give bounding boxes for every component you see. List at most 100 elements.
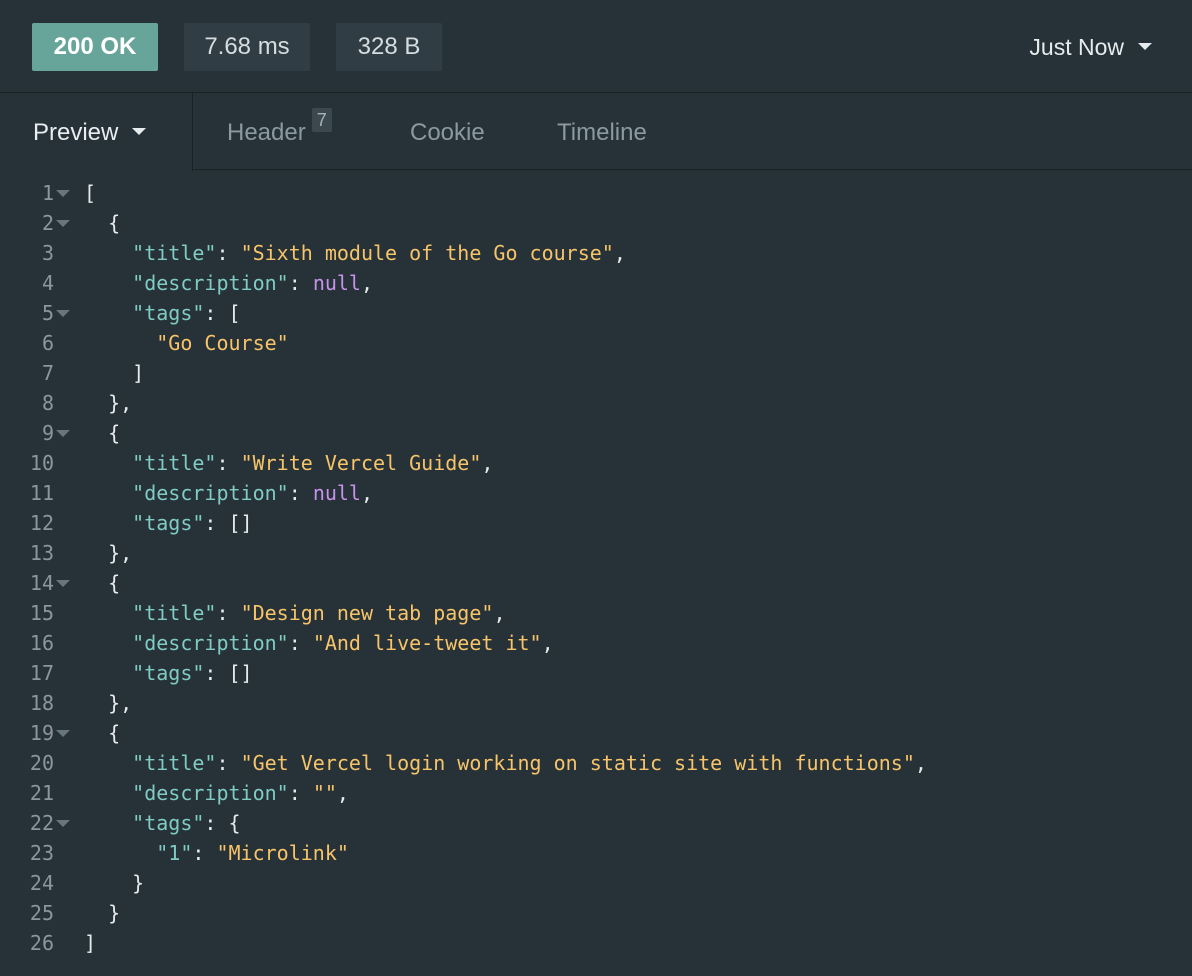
line-number: 8 [41, 391, 54, 415]
code-line: 9 { [0, 418, 1192, 448]
fold-toggle-icon[interactable] [56, 190, 70, 197]
code-text: [ [84, 178, 96, 208]
code-token: : [288, 481, 313, 505]
code-line: 26] [0, 928, 1192, 958]
fold-toggle-icon[interactable] [56, 430, 70, 437]
header-count-badge: 7 [311, 108, 332, 132]
tab-cookie[interactable]: Cookie [410, 93, 485, 171]
history-dropdown[interactable]: Just Now [1029, 23, 1152, 71]
code-text: "tags": { [84, 808, 241, 838]
line-number: 2 [41, 211, 54, 235]
code-token: : [] [204, 661, 253, 685]
code-token: { [84, 421, 121, 445]
code-token: "" [312, 781, 337, 805]
response-tabs: Preview Header 7 Cookie Timeline [0, 93, 1192, 171]
code-line: 4 "description": null, [0, 268, 1192, 298]
line-number: 5 [41, 301, 54, 325]
code-token: , [481, 451, 494, 475]
fold-toggle-icon[interactable] [56, 220, 70, 227]
code-text: { [84, 418, 120, 448]
code-line: 22 "tags": { [0, 808, 1192, 838]
code-line: 18 }, [0, 688, 1192, 718]
code-token: }, [84, 691, 133, 715]
code-line: 24 } [0, 868, 1192, 898]
code-token: "description" [132, 271, 289, 295]
code-token: "description" [132, 481, 289, 505]
fold-toggle-icon[interactable] [56, 820, 70, 827]
code-line: 14 { [0, 568, 1192, 598]
line-number: 23 [29, 841, 54, 865]
fold-toggle-icon[interactable] [56, 580, 70, 587]
code-token: "title" [132, 451, 217, 475]
code-text: "1": "Microlink" [84, 838, 349, 868]
code-line: 20 "title": "Get Vercel login working on… [0, 748, 1192, 778]
line-number: 20 [29, 751, 54, 775]
code-line: 1[ [0, 178, 1192, 208]
code-token: ] [84, 931, 97, 955]
code-token: : [288, 781, 313, 805]
fold-toggle-icon[interactable] [56, 730, 70, 737]
code-text: { [84, 718, 120, 748]
line-number: 6 [41, 331, 54, 355]
code-text: "description": "And live-tweet it", [84, 628, 554, 658]
code-line: 8 }, [0, 388, 1192, 418]
code-token: "Sixth module of the Go course" [240, 241, 614, 265]
response-size-badge: 328 B [336, 23, 442, 71]
code-text: "description": "", [84, 778, 349, 808]
code-token: "Write Vercel Guide" [240, 451, 482, 475]
code-text: }, [84, 388, 132, 418]
code-token: ] [84, 361, 145, 385]
code-token: "1" [156, 841, 193, 865]
tab-preview[interactable]: Preview [0, 93, 193, 171]
code-token: "Get Vercel login working on static site… [240, 751, 915, 775]
code-token: : [192, 841, 217, 865]
line-number: 1 [41, 181, 54, 205]
chevron-down-icon [1138, 43, 1152, 51]
code-token: : [288, 631, 313, 655]
code-line: 7 ] [0, 358, 1192, 388]
status-badge: 200 OK [32, 23, 158, 71]
line-number: 21 [29, 781, 54, 805]
code-token: "Microlink" [216, 841, 349, 865]
code-text: "tags": [] [84, 658, 253, 688]
code-line: 6 "Go Course" [0, 328, 1192, 358]
tab-timeline[interactable]: Timeline [557, 93, 647, 171]
code-token: : [216, 751, 241, 775]
line-number: 4 [41, 271, 54, 295]
code-token: : { [204, 811, 241, 835]
line-number: 22 [29, 811, 54, 835]
code-text: "description": null, [84, 478, 373, 508]
line-number: 10 [29, 451, 54, 475]
code-text: }, [84, 688, 132, 718]
line-number: 15 [29, 601, 54, 625]
code-token: , [613, 241, 626, 265]
code-line: 2 { [0, 208, 1192, 238]
code-token: "description" [132, 781, 289, 805]
code-token: { [84, 211, 121, 235]
tab-cookie-label: Cookie [410, 119, 485, 146]
code-token: "title" [132, 601, 217, 625]
code-line: 3 "title": "Sixth module of the Go cours… [0, 238, 1192, 268]
line-number: 17 [29, 661, 54, 685]
code-token: "tags" [132, 811, 205, 835]
code-text: "tags": [ [84, 298, 240, 328]
line-number: 18 [29, 691, 54, 715]
code-line: 10 "title": "Write Vercel Guide", [0, 448, 1192, 478]
code-token: "tags" [132, 301, 205, 325]
code-text: "description": null, [84, 268, 373, 298]
code-text: "title": "Design new tab page", [84, 598, 505, 628]
tab-header-label: Header [227, 119, 306, 146]
fold-toggle-icon[interactable] [56, 310, 70, 317]
line-number: 25 [29, 901, 54, 925]
line-number: 14 [29, 571, 54, 595]
code-token: , [541, 631, 554, 655]
code-token: , [493, 601, 506, 625]
tab-header[interactable]: Header 7 [227, 93, 332, 171]
code-line: 16 "description": "And live-tweet it", [0, 628, 1192, 658]
